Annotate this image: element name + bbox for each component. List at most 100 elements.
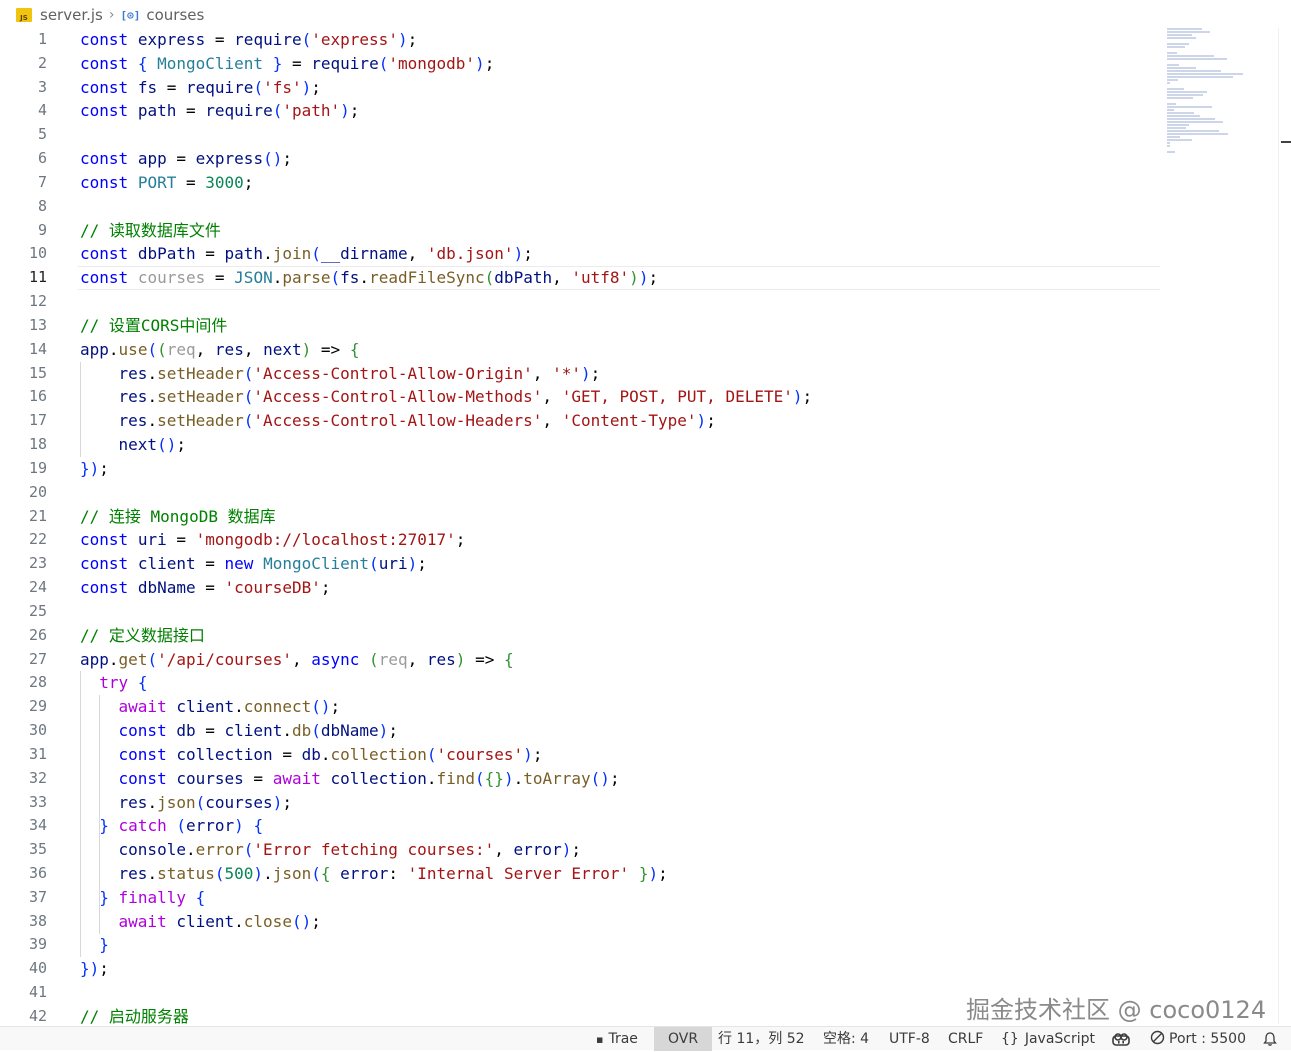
code-line[interactable]: 28 try { <box>0 671 1165 695</box>
code-editor[interactable]: 1 const express = require('express'); 2 con… <box>0 28 1165 1024</box>
minimap-line <box>1167 115 1200 117</box>
minimap-line <box>1167 43 1189 45</box>
line-number: 3 <box>37 77 47 96</box>
code-line[interactable]: 39 } <box>0 933 1165 957</box>
code-line[interactable]: 2 const { MongoClient } = require('mongod… <box>0 52 1165 76</box>
code-text: const path = require('path'); <box>80 101 360 121</box>
code-text: }); <box>80 959 109 979</box>
line-number: 28 <box>28 673 47 692</box>
code-line[interactable]: 6 const app = express(); <box>0 147 1165 171</box>
code-line[interactable]: 4 const path = require('path'); <box>0 99 1165 123</box>
status-port[interactable]: Port : 5500 <box>1150 1027 1246 1051</box>
code-line[interactable]: 38 await client.close(); <box>0 910 1165 934</box>
minimap-line <box>1167 37 1196 39</box>
line-number: 23 <box>28 554 47 573</box>
line-number: 14 <box>28 339 47 358</box>
code-line[interactable]: 30 const db = client.db(dbName); <box>0 719 1165 743</box>
code-text: const dbName = 'courseDB'; <box>80 578 331 598</box>
status-encoding[interactable]: UTF-8 <box>889 1027 930 1051</box>
minimap-line <box>1167 94 1203 96</box>
code-line[interactable]: 21 // 连接 MongoDB 数据库 <box>0 505 1165 529</box>
code-line[interactable]: 32 const courses = await collection.find… <box>0 767 1165 791</box>
minimap-line <box>1167 133 1228 135</box>
code-line[interactable]: 27 app.get('/api/courses', async (req, re… <box>0 648 1165 672</box>
minimap-line <box>1167 31 1210 33</box>
code-text: // 启动服务器 <box>80 1006 189 1024</box>
code-line[interactable]: 36 res.status(500).json({ error: 'Intern… <box>0 862 1165 886</box>
copilot-icon[interactable] <box>1111 1027 1131 1051</box>
code-line[interactable]: 16 res.setHeader('Access-Control-Allow-M… <box>0 385 1165 409</box>
code-text: const dbPath = path.join(__dirname, 'db.… <box>80 244 533 264</box>
line-number: 12 <box>28 292 47 311</box>
minimap-line <box>1167 136 1180 138</box>
code-line[interactable]: 8 <box>0 195 1165 219</box>
line-number: 15 <box>28 363 47 382</box>
braces-icon: {} <box>1001 1031 1019 1047</box>
minimap-line <box>1167 151 1175 153</box>
code-line[interactable]: 35 console.error('Error fetching courses… <box>0 838 1165 862</box>
code-line[interactable]: 7 const PORT = 3000; <box>0 171 1165 195</box>
code-line[interactable]: 25 <box>0 600 1165 624</box>
code-line[interactable]: 19}); <box>0 457 1165 481</box>
code-line[interactable]: 17 res.setHeader('Access-Control-Allow-H… <box>0 409 1165 433</box>
code-line[interactable]: 12 <box>0 290 1165 314</box>
status-trae-label: Trae <box>608 1031 638 1047</box>
code-text: // 连接 MongoDB 数据库 <box>80 506 276 526</box>
code-line[interactable]: 29 await client.connect(); <box>0 695 1165 719</box>
code-line[interactable]: 22 const uri = 'mongodb://localhost:27017… <box>0 528 1165 552</box>
code-line[interactable]: 24 const dbName = 'courseDB'; <box>0 576 1165 600</box>
minimap-line <box>1167 112 1194 114</box>
code-line[interactable]: 34 } catch (error) { <box>0 814 1165 838</box>
code-line[interactable]: 33 res.json(courses); <box>0 791 1165 815</box>
code-text: } catch (error) { <box>99 816 264 836</box>
code-line[interactable]: 1 const express = require('express'); <box>0 28 1165 52</box>
status-eol[interactable]: CRLF <box>948 1027 983 1051</box>
status-trae[interactable]: ▪ Trae <box>596 1027 638 1051</box>
code-line[interactable]: 26 // 定义数据接口 <box>0 624 1165 648</box>
code-line[interactable]: 20 <box>0 481 1165 505</box>
code-line[interactable]: 23 const client = new MongoClient(uri); <box>0 552 1165 576</box>
code-line[interactable]: 11 const courses = JSON.parse(fs.readFile… <box>0 266 1165 290</box>
minimap-line <box>1167 103 1176 105</box>
code-line[interactable]: 15 res.setHeader('Access-Control-Allow-O… <box>0 362 1165 386</box>
code-text: app.use((req, res, next) => { <box>80 339 360 359</box>
code-line[interactable]: 37 } finally { <box>0 886 1165 910</box>
code-text: res.setHeader('Access-Control-Allow-Meth… <box>118 387 813 407</box>
vertical-scrollbar[interactable] <box>1278 28 1291 1024</box>
code-line[interactable]: 31 const collection = db.collection('cou… <box>0 743 1165 767</box>
status-cursor-position[interactable]: 行 11，列 52 <box>718 1027 805 1051</box>
code-line[interactable]: 10 const dbPath = path.join(__dirname, 'd… <box>0 242 1165 266</box>
line-number: 2 <box>37 53 47 72</box>
status-indent[interactable]: 空格: 4 <box>823 1027 869 1051</box>
line-number: 38 <box>28 911 47 930</box>
line-number: 25 <box>28 601 47 620</box>
minimap[interactable] <box>1167 28 1277 153</box>
code-line[interactable]: 9 // 读取数据库文件 <box>0 219 1165 243</box>
code-text: await client.close(); <box>118 911 321 931</box>
status-ovr[interactable]: OVR <box>654 1027 713 1051</box>
line-number: 24 <box>28 578 47 597</box>
code-text: res.setHeader('Access-Control-Allow-Orig… <box>118 363 601 383</box>
line-number: 32 <box>28 768 47 787</box>
minimap-line <box>1167 142 1170 144</box>
breadcrumb-symbol[interactable]: courses <box>146 6 204 24</box>
line-number: 35 <box>28 840 47 859</box>
breadcrumb-file[interactable]: server.js <box>40 6 103 24</box>
line-number: 26 <box>28 625 47 644</box>
code-line[interactable]: 14 app.use((req, res, next) => { <box>0 338 1165 362</box>
code-line[interactable]: 13 // 设置CORS中间件 <box>0 314 1165 338</box>
code-text: res.setHeader('Access-Control-Allow-Head… <box>118 411 716 431</box>
line-number: 37 <box>28 887 47 906</box>
minimap-line <box>1167 73 1243 75</box>
bell-icon[interactable] <box>1262 1027 1278 1051</box>
indent-guide <box>80 361 81 457</box>
status-language[interactable]: {} JavaScript <box>1001 1027 1095 1051</box>
minimap-line <box>1167 46 1185 48</box>
code-line[interactable]: 3 const fs = require('fs'); <box>0 76 1165 100</box>
status-bar: ▪ Trae OVR 行 11，列 52 空格: 4 UTF-8 CRLF {} J… <box>0 1026 1291 1051</box>
minimap-line <box>1167 34 1192 36</box>
minimap-line <box>1167 28 1202 30</box>
code-line[interactable]: 40}); <box>0 957 1165 981</box>
code-line[interactable]: 18 next(); <box>0 433 1165 457</box>
code-line[interactable]: 5 <box>0 123 1165 147</box>
